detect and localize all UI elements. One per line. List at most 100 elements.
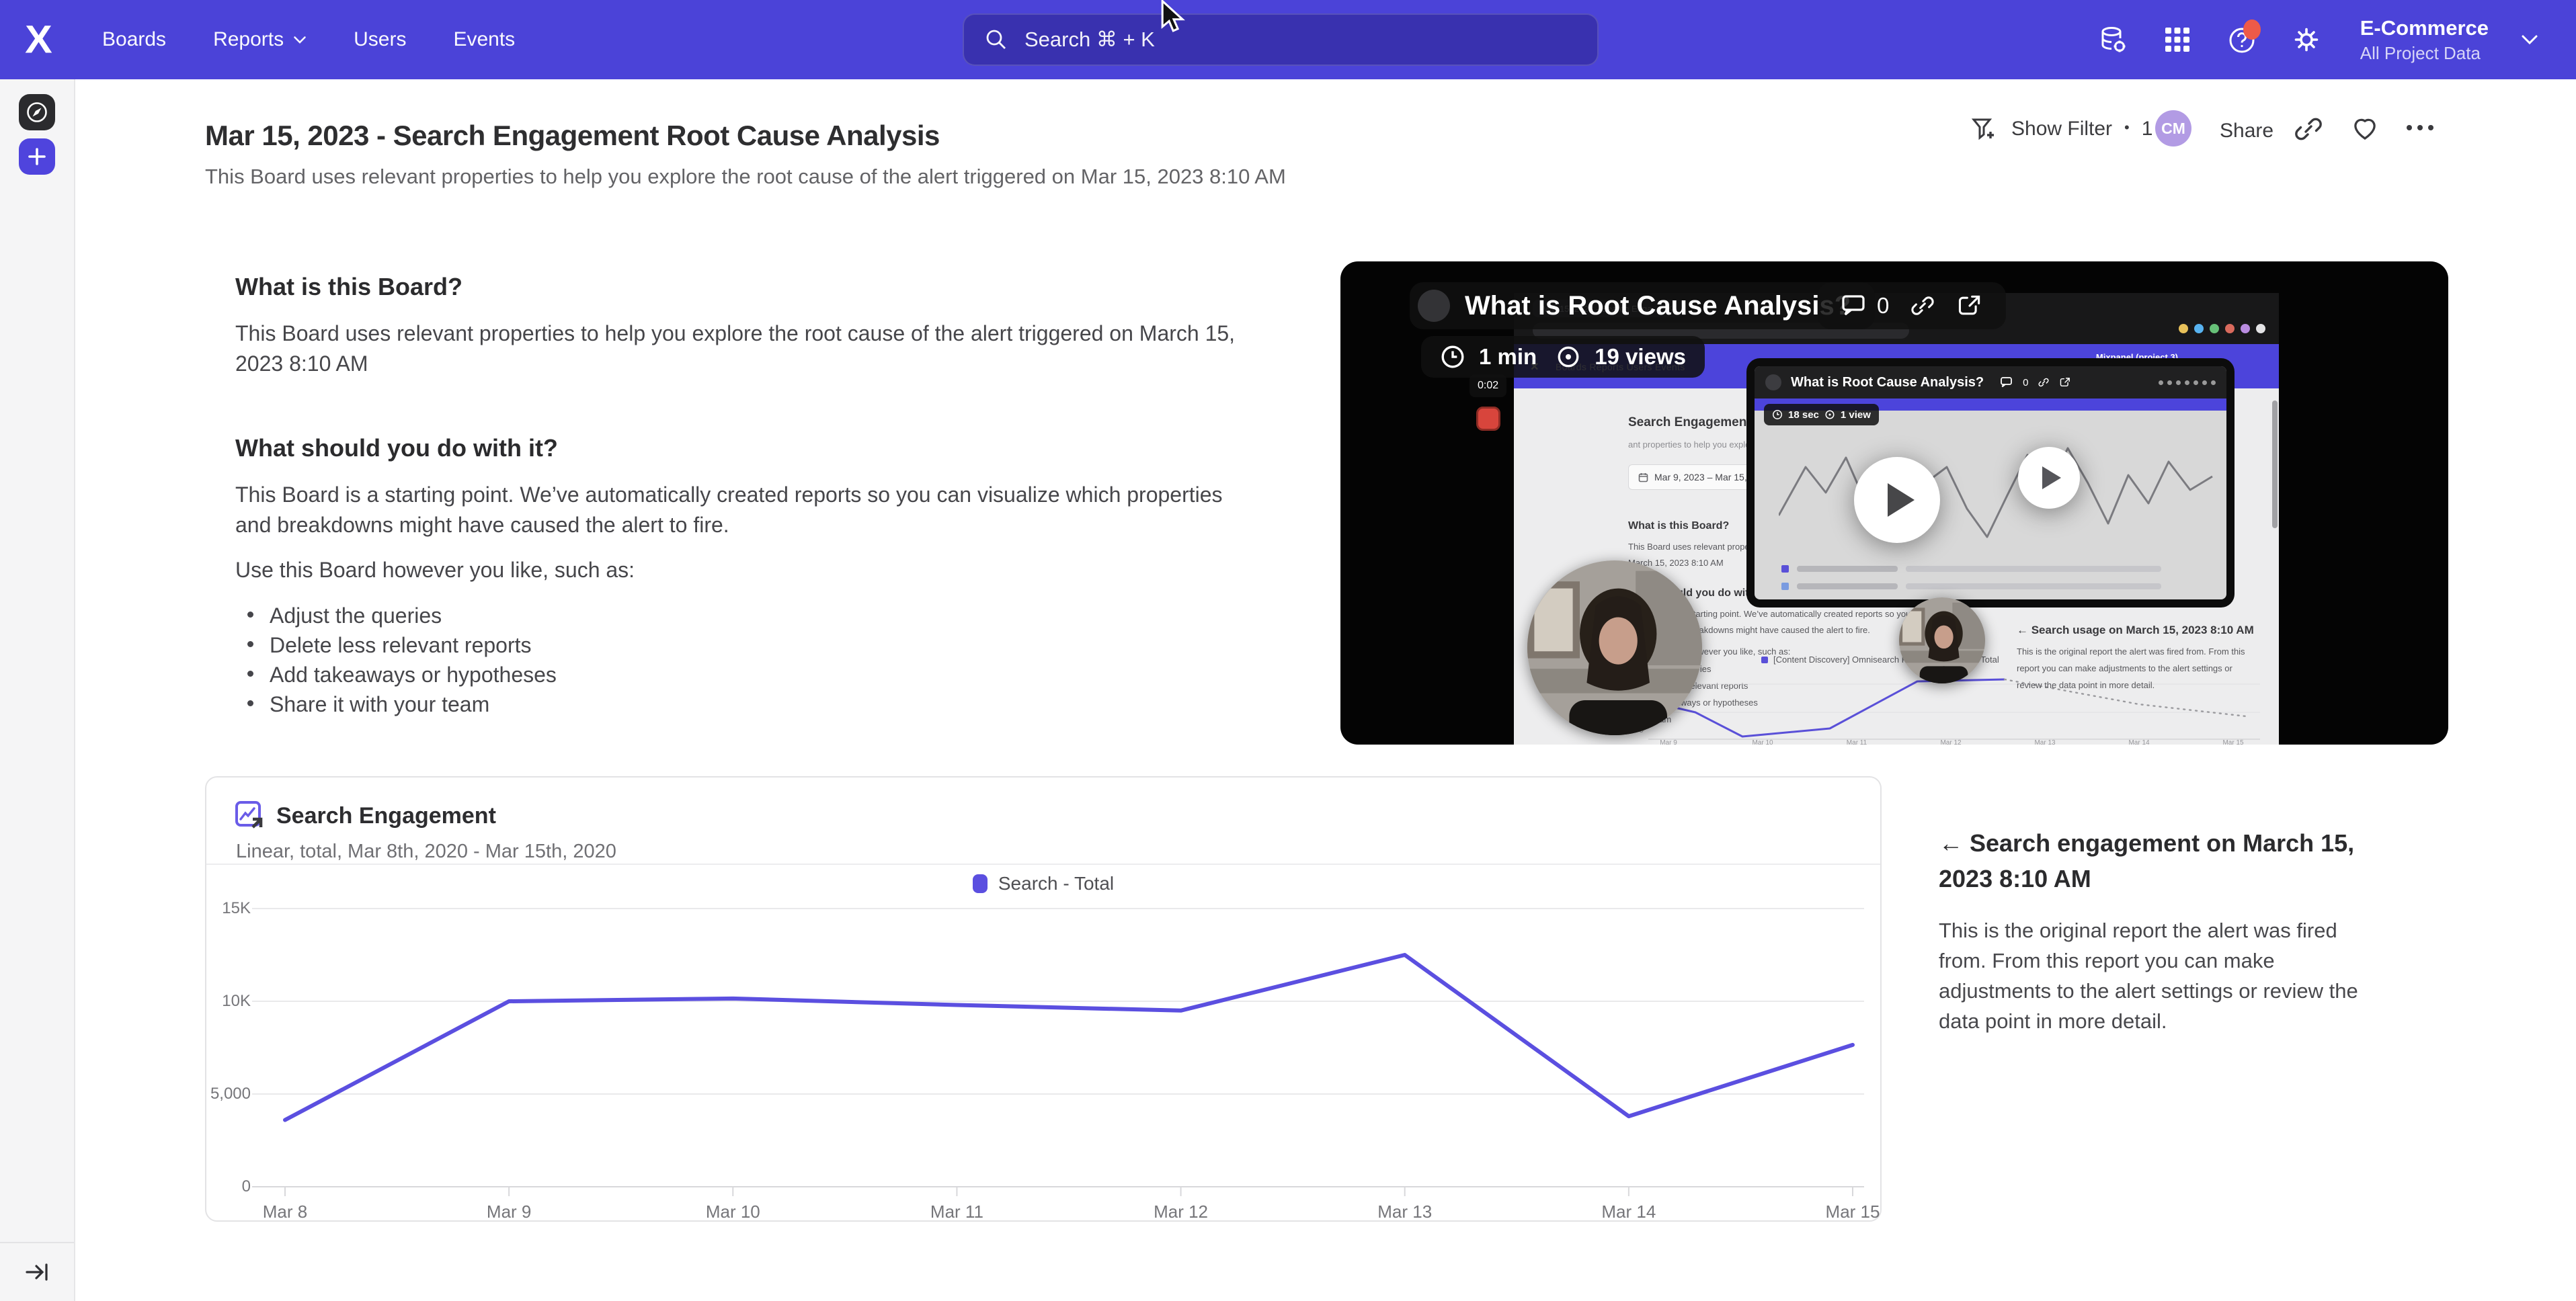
search-input[interactable]: Search ⌘ + K — [963, 13, 1599, 66]
navigate-board-button[interactable] — [19, 94, 55, 130]
expand-sidebar-icon — [24, 1259, 51, 1285]
expand-sidebar-button[interactable] — [24, 1259, 51, 1285]
data-management-icon[interactable] — [2097, 24, 2129, 56]
open-external-icon[interactable] — [1956, 292, 1983, 319]
nav-item-users[interactable]: Users — [354, 28, 406, 51]
rail-divider — [0, 1242, 74, 1243]
link-icon — [2292, 113, 2325, 145]
page-subtitle: This Board uses relevant properties to h… — [205, 165, 1286, 189]
left-rail — [0, 79, 75, 1301]
mini-video-frame: What is Root Cause Analysis? 0 18 sec 1 … — [1746, 358, 2235, 607]
nav-item-label: Reports — [213, 28, 284, 51]
video-avatar — [1418, 290, 1450, 322]
y-axis-label: 15K — [197, 899, 251, 918]
x-axis-label: Mar 11 — [930, 1202, 983, 1222]
share-button[interactable]: Share — [2220, 120, 2273, 142]
right-note-title: ← Search engagement on March 15, 2023 8:… — [1939, 825, 2382, 896]
mini-video-stats: 18 sec 1 view — [1764, 404, 1879, 425]
chevron-down-icon — [293, 36, 307, 44]
settings-gear-icon[interactable] — [2290, 24, 2323, 56]
video-title-pill[interactable]: What is Root Cause Analysis? — [1410, 282, 1875, 329]
plus-icon — [26, 146, 48, 167]
more-options-button[interactable] — [2407, 125, 2433, 130]
compass-icon — [24, 99, 50, 125]
presenter-image — [1899, 597, 1985, 683]
avatar[interactable]: CM — [2155, 110, 2191, 146]
board-usage-bullets: Adjust the queriesDelete less relevant r… — [247, 603, 557, 722]
show-filter-sep: • — [2124, 119, 2130, 136]
help-icon[interactable] — [2226, 24, 2258, 56]
notification-dot — [2243, 19, 2261, 40]
list-item: Add takeaways or hypotheses — [247, 663, 557, 692]
views-icon — [1556, 344, 1581, 370]
video-comments-button[interactable]: 0 — [1841, 292, 1889, 319]
right-note-body: This is the original report the alert wa… — [1939, 915, 2379, 1036]
add-item-button[interactable] — [19, 138, 55, 175]
section2-body: This Board is a starting point. We’ve au… — [235, 480, 1244, 540]
section2-body2: Use this Board however you like, such as… — [235, 555, 635, 585]
presenter-image — [1527, 560, 1702, 735]
nav-item-label: Events — [453, 28, 515, 51]
video-views: 19 views — [1595, 344, 1686, 370]
x-axis-label: Mar 12 — [1154, 1202, 1208, 1222]
presenter-webcam-bubble — [1527, 560, 1702, 735]
favorite-button[interactable] — [2349, 112, 2381, 144]
series-line — [285, 955, 1853, 1120]
project-switcher[interactable]: E-Commerce All Project Data — [2360, 16, 2489, 64]
stop-recording-button[interactable] — [1476, 407, 1500, 431]
page-title: Mar 15, 2023 - Search Engagement Root Ca… — [205, 120, 940, 152]
video-player[interactable]: Mar 15, 2023 - Search Enga...✕ ✕ Boards … — [1340, 261, 2448, 745]
x-axis-label: Mar 9 — [487, 1202, 531, 1222]
x-axis-label: Mar 14 — [1601, 1202, 1656, 1222]
list-item: Delete less relevant reports — [247, 633, 557, 663]
mini-video-screen: What is Root Cause Analysis? 0 18 sec 1 … — [1755, 366, 2226, 599]
mouse-cursor — [1158, 0, 1189, 35]
avatar-initials: CM — [2161, 120, 2185, 138]
list-item: Share it with your team — [247, 692, 557, 722]
copy-link-button[interactable] — [2292, 113, 2325, 145]
section1-title: What is this Board? — [235, 273, 462, 301]
nav-item-boards[interactable]: Boards — [102, 28, 166, 51]
search-placeholder: Search ⌘ + K — [1024, 28, 1155, 52]
x-axis-label: Mar 8 — [263, 1202, 307, 1222]
list-item: Adjust the queries — [247, 603, 557, 633]
show-filter-label: Show Filter — [2011, 118, 2112, 140]
project-name: E-Commerce — [2360, 16, 2489, 40]
y-axis-label: 10K — [197, 992, 251, 1011]
nav-item-label: Boards — [102, 28, 166, 51]
mini-webcam-bubble — [1899, 597, 1985, 683]
section2-title: What should you do with it? — [235, 434, 558, 462]
mini-play-button[interactable] — [2018, 447, 2080, 509]
video-stats-pill: 1 min 19 views — [1421, 336, 1705, 378]
video-comment-count: 0 — [1877, 293, 1889, 319]
chart-plot-area[interactable]: 05,00010K15KMar 8Mar 9Mar 10Mar 11Mar 12… — [206, 778, 1883, 1223]
comment-icon — [1841, 292, 1867, 319]
x-axis-label: Mar 15 — [1826, 1202, 1880, 1222]
heart-icon — [2349, 112, 2381, 144]
filter-icon — [1968, 114, 1999, 144]
nav-item-events[interactable]: Events — [453, 28, 515, 51]
section1-body: This Board uses relevant properties to h… — [235, 319, 1237, 379]
clock-icon — [1440, 344, 1465, 370]
video-duration: 1 min — [1479, 344, 1537, 370]
recorded-scrollbar — [2272, 401, 2278, 528]
nav-right-cluster: E-Commerce All Project Data — [2097, 0, 2538, 79]
recorded-extensions — [2179, 324, 2265, 333]
project-scope: All Project Data — [2360, 43, 2489, 64]
x-axis-label: Mar 10 — [706, 1202, 760, 1222]
apps-grid-icon[interactable] — [2161, 24, 2193, 56]
recording-timer: 0:02 — [1470, 374, 1506, 397]
video-play-button[interactable] — [1854, 457, 1940, 543]
chevron-down-icon[interactable] — [2521, 34, 2538, 45]
nav-item-label: Users — [354, 28, 406, 51]
nav-item-reports[interactable]: Reports — [213, 28, 307, 51]
x-axis-label: Mar 13 — [1377, 1202, 1432, 1222]
video-actions-pill: 0 — [1818, 282, 2006, 329]
video-title: What is Root Cause Analysis? — [1465, 291, 1851, 321]
show-filter-button[interactable]: Show Filter • 1 — [1968, 108, 2152, 151]
search-icon — [984, 28, 1008, 52]
video-link-icon[interactable] — [1909, 292, 1936, 319]
chart-card: Search Engagement Linear, total, Mar 8th… — [205, 776, 1882, 1222]
mixpanel-logo-icon[interactable]: X — [25, 17, 51, 62]
show-filter-count: 1 — [2142, 118, 2153, 140]
